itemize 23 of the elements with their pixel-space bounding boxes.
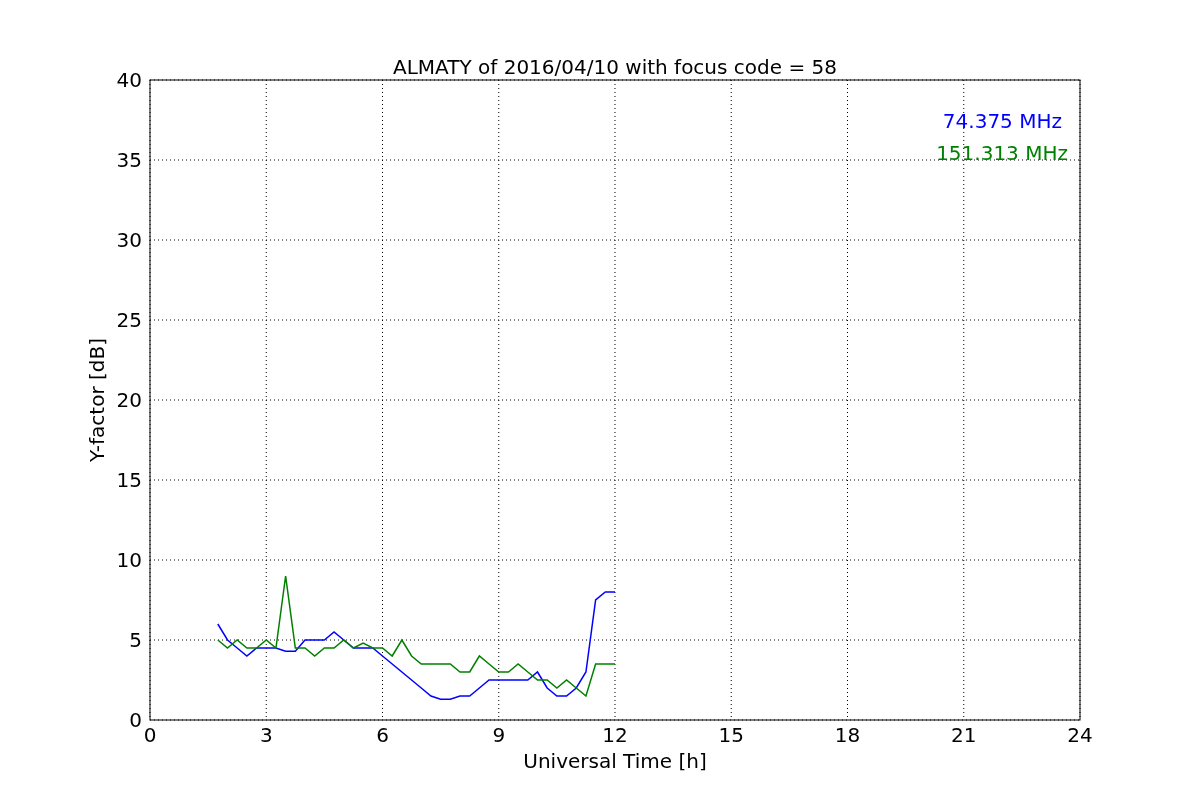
legend-label: 74.375 MHz bbox=[942, 109, 1062, 133]
tick-label: 15 bbox=[116, 468, 142, 492]
tick-label: 9 bbox=[492, 723, 506, 747]
tick-label: 21 bbox=[951, 723, 977, 747]
tick-label: 10 bbox=[116, 548, 142, 572]
tick-label: 15 bbox=[718, 723, 744, 747]
tick-label: 25 bbox=[116, 308, 142, 332]
chart-title: ALMATY of 2016/04/10 with focus code = 58 bbox=[393, 55, 837, 79]
legend-label: 151.313 MHz bbox=[936, 141, 1068, 165]
tick-label: 40 bbox=[116, 68, 142, 92]
tick-label: 3 bbox=[259, 723, 273, 747]
tick-label: 20 bbox=[116, 388, 142, 412]
tick-label: 0 bbox=[143, 723, 157, 747]
axis-label: Y-factor [dB] bbox=[85, 338, 109, 462]
tick-label: 35 bbox=[116, 148, 142, 172]
tick-label: 5 bbox=[129, 628, 142, 652]
tick-label: 30 bbox=[116, 228, 142, 252]
tick-label: 12 bbox=[602, 723, 628, 747]
tick-label: 6 bbox=[376, 723, 389, 747]
tick-label: 0 bbox=[129, 708, 142, 732]
tick-label: 24 bbox=[1067, 723, 1093, 747]
tick-label: 18 bbox=[834, 723, 861, 747]
axis-label: Universal Time [h] bbox=[523, 749, 707, 773]
